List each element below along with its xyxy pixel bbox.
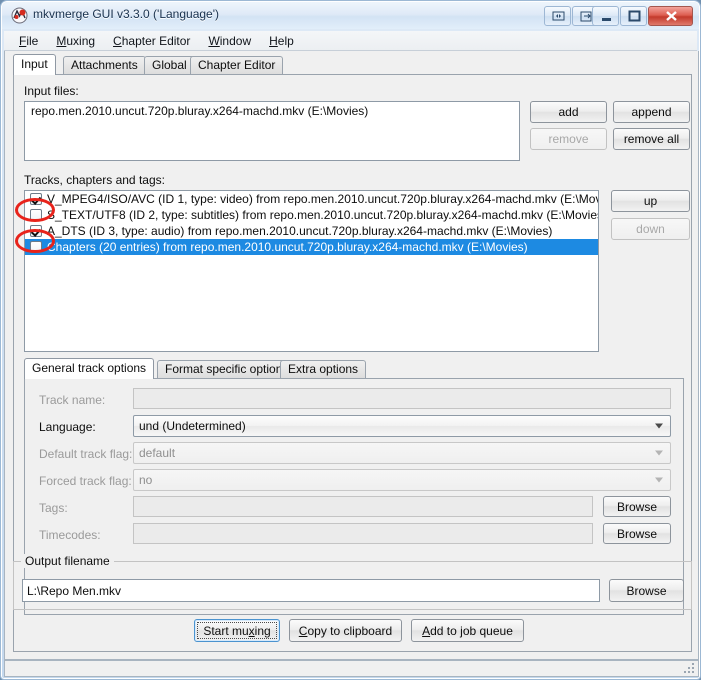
chevron-down-icon <box>655 450 663 456</box>
timecodes-browse-button[interactable]: Browse <box>603 523 671 544</box>
output-filename-group-title: Output filename <box>21 554 114 568</box>
tab-format-specific-options[interactable]: Format specific options <box>157 360 297 378</box>
chevron-down-icon <box>655 477 663 483</box>
forced-track-flag-value: no <box>139 473 153 487</box>
resize-grip[interactable] <box>684 663 696 675</box>
menu-help[interactable]: Help <box>260 32 303 50</box>
tab-input[interactable]: Input <box>13 54 56 75</box>
add-button[interactable]: add <box>530 101 607 123</box>
tab-global[interactable]: Global <box>144 56 195 74</box>
language-value: und (Undetermined) <box>139 419 246 433</box>
forced-track-flag-select[interactable]: no <box>133 469 671 491</box>
title-bar: mkvmerge GUI v3.3.0 ('Language') <box>2 2 699 29</box>
track-name-input[interactable] <box>133 388 671 409</box>
tab-general-track-options[interactable]: General track options <box>24 358 155 379</box>
timecodes-label: Timecodes: <box>39 528 101 542</box>
status-bar <box>4 660 699 677</box>
chevron-down-icon <box>655 423 663 429</box>
client-area: Input Attachments Global Chapter Editor … <box>4 51 699 660</box>
track-label: S_TEXT/UTF8 (ID 2, type: subtitles) from… <box>47 208 599 222</box>
default-track-flag-select[interactable]: default <box>133 442 671 464</box>
track-name-label: Track name: <box>39 393 106 407</box>
add-to-job-queue-button[interactable]: Add to job queue <box>411 619 524 642</box>
menu-chapter-editor[interactable]: Chapter Editor <box>104 32 199 50</box>
track-checkbox[interactable] <box>30 225 42 237</box>
tracks-label: Tracks, chapters and tags: <box>24 173 165 187</box>
output-filename-input[interactable]: L:\Repo Men.mkv <box>22 579 600 602</box>
tags-input[interactable] <box>133 496 593 517</box>
menu-muxing[interactable]: Muxing <box>47 32 104 50</box>
move-up-button[interactable]: up <box>611 190 690 212</box>
forced-track-flag-label: Forced track flag: <box>39 474 132 488</box>
output-browse-button[interactable]: Browse <box>609 579 684 602</box>
track-label: V_MPEG4/ISO/AVC (ID 1, type: video) from… <box>47 192 599 206</box>
default-track-flag-label: Default track flag: <box>39 447 133 461</box>
remove-all-button[interactable]: remove all <box>613 128 690 150</box>
default-track-flag-value: default <box>139 446 176 460</box>
copy-to-clipboard-button[interactable]: Copy to clipboard <box>289 619 402 642</box>
tab-extra-options[interactable]: Extra options <box>280 360 367 378</box>
tags-browse-button[interactable]: Browse <box>603 496 671 517</box>
menu-bar: File Muxing Chapter Editor Window Help <box>4 31 697 51</box>
language-select[interactable]: und (Undetermined) <box>133 415 671 437</box>
minimize-icon <box>602 18 611 21</box>
track-checkbox[interactable] <box>30 241 42 253</box>
shade-restore-icon <box>552 11 565 21</box>
track-label: A_DTS (ID 3, type: audio) from repo.men.… <box>47 224 553 238</box>
window-title: mkvmerge GUI v3.3.0 ('Language') <box>33 7 219 21</box>
minimize-button[interactable] <box>592 6 619 26</box>
list-item[interactable]: repo.men.2010.uncut.720p.bluray.x264-mac… <box>25 102 519 119</box>
track-label: Chapters (20 entries) from repo.men.2010… <box>47 240 528 254</box>
track-checkbox[interactable] <box>30 193 42 205</box>
language-label: Language: <box>39 420 96 434</box>
input-files-list[interactable]: repo.men.2010.uncut.720p.bluray.x264-mac… <box>24 101 520 161</box>
maximize-button[interactable] <box>620 6 647 26</box>
main-tab-strip: Input Attachments Global Chapter Editor <box>13 54 692 75</box>
timecodes-input[interactable] <box>133 523 593 544</box>
track-checkbox[interactable] <box>30 209 42 221</box>
close-button[interactable] <box>648 6 693 26</box>
input-files-label: Input files: <box>24 84 79 98</box>
application-window: mkvmerge GUI v3.3.0 ('Language') File Mu… <box>0 0 701 680</box>
maximize-icon <box>628 10 641 22</box>
menu-file[interactable]: File <box>10 32 47 50</box>
table-row[interactable]: A_DTS (ID 3, type: audio) from repo.men.… <box>25 223 598 239</box>
append-button[interactable]: append <box>613 101 690 123</box>
track-options-tab-strip: General track options Format specific op… <box>24 358 684 379</box>
table-row[interactable]: Chapters (20 entries) from repo.men.2010… <box>25 239 598 255</box>
tracks-list[interactable]: V_MPEG4/ISO/AVC (ID 1, type: video) from… <box>24 190 599 352</box>
close-icon <box>666 11 677 21</box>
start-muxing-button[interactable]: Start muxing <box>194 619 280 642</box>
tab-chapter-editor[interactable]: Chapter Editor <box>190 56 284 74</box>
tags-label: Tags: <box>39 501 68 515</box>
remove-button[interactable]: remove <box>530 128 607 150</box>
titlebar-window-buttons <box>592 6 694 26</box>
tab-attachments[interactable]: Attachments <box>63 56 146 74</box>
mkvmerge-icon <box>11 7 28 24</box>
table-row[interactable]: V_MPEG4/ISO/AVC (ID 1, type: video) from… <box>25 191 598 207</box>
menu-window[interactable]: Window <box>199 32 260 50</box>
focus-ring <box>197 622 277 639</box>
shade-restore-button[interactable] <box>544 6 571 26</box>
move-down-button[interactable]: down <box>611 218 690 240</box>
table-row[interactable]: S_TEXT/UTF8 (ID 2, type: subtitles) from… <box>25 207 598 223</box>
